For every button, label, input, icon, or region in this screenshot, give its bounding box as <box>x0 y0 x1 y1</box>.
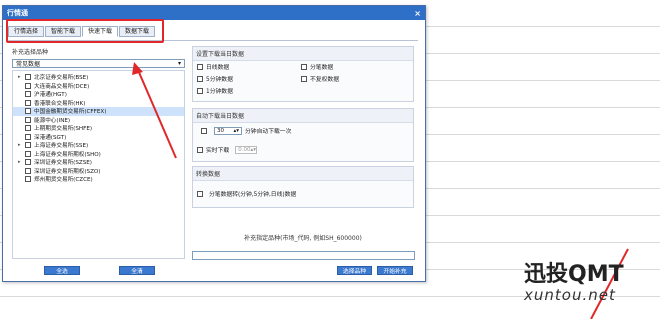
left-panel: 补充选择品种 常见数据 ▾ ▸ 北京证券交易所(BSE) 大连商品交易所(DCE) 沪… <box>12 47 186 259</box>
tree-item-label: 沪港通(HGT) <box>34 92 67 99</box>
close-icon[interactable]: × <box>414 9 421 18</box>
tree-item-checkbox[interactable] <box>25 116 31 123</box>
section-label: 补充选择品种 <box>12 49 49 56</box>
tree-item[interactable]: 上海证券交易所期权(SHO) <box>13 150 184 159</box>
expand-icon[interactable]: ▸ <box>18 142 25 148</box>
tree-item-checkbox[interactable] <box>25 74 31 81</box>
tree-item[interactable]: ▸ 上海证券交易所(SSE) <box>13 141 184 150</box>
tree-item-label: 北京证券交易所(BSE) <box>34 75 89 82</box>
supplement-hint: 补充指定品种(市场_代码, 例如SH_600000) <box>244 235 362 242</box>
checkbox-unadjusted[interactable]: 不复权数据 <box>301 74 339 83</box>
tree-item-checkbox[interactable] <box>25 108 31 115</box>
checkbox-convert[interactable]: 分笔数据转(分钟,5分钟,日线)数据 <box>197 189 296 198</box>
select-product-button[interactable]: 选择品种 <box>337 266 372 275</box>
expand-icon[interactable]: ▸ <box>18 159 25 165</box>
clear-button[interactable]: 全清 <box>119 266 155 275</box>
exchange-tree: ▸ 北京证券交易所(BSE) 大连商品交易所(DCE) 沪港通(HGT) 香港联合交易所… <box>12 70 185 259</box>
group-convert-data: 转换数据 分笔数据转(分钟,5分钟,日线)数据 <box>192 166 414 208</box>
tree-item-checkbox[interactable] <box>25 125 31 132</box>
tree-item-label: 上海证券交易所(SSE) <box>34 143 89 150</box>
group-title: 自动下载当日数据 <box>193 109 413 123</box>
tree-item[interactable]: 沪港通(HGT) <box>13 90 184 99</box>
tree-item-label: 郑州期货交易所(CZCE) <box>34 177 93 184</box>
tree-item-label: 能源中心(INE) <box>34 117 71 124</box>
tree-item-checkbox[interactable] <box>25 142 31 149</box>
realtime-label: 实时下载 <box>206 148 230 154</box>
realtime-row: 实时下载 0.00 ▴▾ <box>197 145 260 154</box>
select-value: 常见数据 <box>16 61 41 68</box>
checkbox-tick[interactable]: 分笔数据 <box>301 62 333 71</box>
tree-item[interactable]: 香港联合交易所(HK) <box>13 99 184 108</box>
tree-item[interactable]: 上期期货交易所(SHFE) <box>13 124 184 133</box>
tree-item-label: 中国金融期货交易所(CFFEX) <box>34 109 107 116</box>
time-stepper[interactable]: 0.00 ▴▾ <box>235 145 258 154</box>
start-supplement-button[interactable]: 开始补充 <box>377 266 413 275</box>
tree-item-checkbox[interactable] <box>25 82 31 89</box>
realtime-checkbox[interactable] <box>197 146 203 153</box>
interval-label: 分钟自动下载一次 <box>245 129 292 135</box>
brand-logo: 迅投QMT xuntou.net <box>524 256 624 304</box>
tree-item[interactable]: 中国金融期货交易所(CFFEX) <box>13 107 184 116</box>
tree-item-label: 上期期货交易所(SHFE) <box>34 126 93 133</box>
checkbox-5min[interactable]: 5分钟数据 <box>197 74 233 83</box>
group-title: 转换数据 <box>193 167 413 181</box>
title-bar: 行情通 × <box>3 6 425 20</box>
checkbox-1min[interactable]: 1分钟数据 <box>197 86 233 95</box>
select-all-button[interactable]: 全选 <box>44 266 80 275</box>
tree-item-checkbox[interactable] <box>25 99 31 106</box>
tree-item-label: 大连商品交易所(DCE) <box>34 83 90 90</box>
chevron-down-icon: ▾ <box>177 60 181 67</box>
tree-item-checkbox[interactable] <box>25 167 31 174</box>
window-title: 行情通 <box>7 9 28 17</box>
tree-item-checkbox[interactable] <box>25 159 31 166</box>
tree-item-label: 深港通(SGT) <box>34 134 67 141</box>
auto-interval-checkbox[interactable] <box>201 127 207 134</box>
tree-item[interactable]: 深圳证券交易所期权(SZO) <box>13 167 184 176</box>
checkbox-daily[interactable]: 日线数据 <box>197 62 229 71</box>
group-set-daily-download: 设置下载当日数据 日线数据 分笔数据 5分钟数据 不复权数据 1分钟数据 <box>192 46 414 102</box>
supplement-input[interactable] <box>192 251 415 260</box>
expand-icon[interactable]: ▸ <box>18 74 25 80</box>
logo-text-en: xuntou.net <box>524 286 616 304</box>
tree-item[interactable]: 郑州期货交易所(CZCE) <box>13 175 184 184</box>
tree-item[interactable]: 能源中心(INE) <box>13 116 184 125</box>
interval-stepper[interactable]: 30 ▴▾ <box>214 126 242 135</box>
tree-item[interactable]: 深港通(SGT) <box>13 133 184 142</box>
tree-item[interactable]: ▸ 北京证券交易所(BSE) <box>13 73 184 82</box>
logo-text-cn: 迅投QMT <box>524 262 624 287</box>
tree-item-checkbox[interactable] <box>25 133 31 140</box>
tree-item-label: 上海证券交易所期权(SHO) <box>34 151 101 158</box>
tree-item-checkbox[interactable] <box>25 176 31 183</box>
auto-interval-row: 30 ▴▾ 分钟自动下载一次 <box>201 126 291 135</box>
group-title: 设置下载当日数据 <box>193 47 413 61</box>
tree-item-label: 深圳证券交易所(SZSE) <box>34 160 92 167</box>
tree-item[interactable]: 大连商品交易所(DCE) <box>13 82 184 91</box>
tree-item-checkbox[interactable] <box>25 91 31 98</box>
group-auto-daily-download: 自动下载当日数据 30 ▴▾ 分钟自动下载一次 实时下载 0.00 ▴▾ <box>192 108 414 162</box>
tree-item-label: 深圳证券交易所期权(SZO) <box>34 168 101 175</box>
tree-item-label: 香港联合交易所(HK) <box>34 100 86 107</box>
tabs-highlight-annotation <box>6 19 164 43</box>
tree-item[interactable]: ▸ 深圳证券交易所(SZSE) <box>13 158 184 167</box>
category-select[interactable]: 常见数据 ▾ <box>12 59 185 68</box>
tree-item-checkbox[interactable] <box>25 150 31 157</box>
